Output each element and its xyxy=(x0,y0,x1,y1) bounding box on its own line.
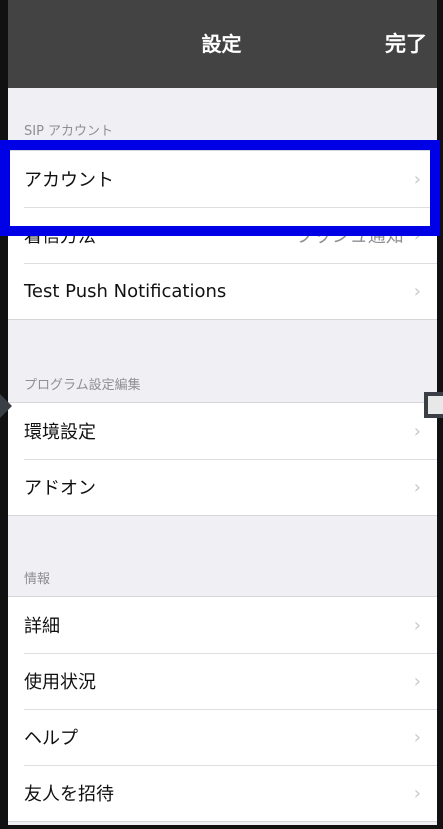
chevron-right-icon: › xyxy=(413,420,421,442)
row-test-push-notifications[interactable]: Test Push Notifications › xyxy=(0,263,443,319)
row-incoming-method[interactable]: 着信方法 プッシュ通知 › xyxy=(0,207,443,263)
row-addons[interactable]: アドオン › xyxy=(0,459,443,515)
row-invite-friends[interactable]: 友人を招待 › xyxy=(0,765,443,821)
row-label: Test Push Notifications xyxy=(24,280,227,302)
chevron-right-icon: › xyxy=(413,280,421,302)
chevron-right-icon: › xyxy=(413,476,421,498)
row-label: アカウント xyxy=(24,170,114,191)
row-label: 友人を招待 xyxy=(24,784,114,805)
group-program-settings: 環境設定 › アドオン › xyxy=(0,402,443,516)
chevron-right-icon: › xyxy=(413,670,421,692)
chevron-right-icon: › xyxy=(413,726,421,748)
row-label: アドオン xyxy=(24,478,96,499)
page-title: 設定 xyxy=(201,32,242,56)
chevron-right-icon: › xyxy=(413,782,421,804)
row-details[interactable]: 詳細 › xyxy=(0,597,443,653)
row-value: プッシュ通知 xyxy=(295,226,404,247)
chevron-right-icon: › xyxy=(413,168,421,190)
marker-bracket-icon xyxy=(424,392,443,418)
section-header-sip-account: SIP アカウント xyxy=(24,124,114,139)
row-help[interactable]: ヘルプ › xyxy=(0,709,443,765)
row-label: 環境設定 xyxy=(24,422,96,443)
row-label: 使用状況 xyxy=(24,672,96,693)
group-info: 詳細 › 使用状況 › ヘルプ › 友人を招待 › xyxy=(0,596,443,822)
done-button[interactable]: 完了 xyxy=(385,0,427,88)
navigation-bar: 設定 完了 xyxy=(0,0,443,88)
group-sip-account: アカウント › 着信方法 プッシュ通知 › Test Push Notifica… xyxy=(0,150,443,320)
chevron-right-icon: › xyxy=(413,224,421,246)
chevron-right-icon: › xyxy=(413,614,421,636)
section-header-info: 情報 xyxy=(24,572,51,587)
row-preferences[interactable]: 環境設定 › xyxy=(0,403,443,459)
pointer-arrow-icon xyxy=(0,394,12,418)
row-label: 詳細 xyxy=(24,616,60,637)
row-usage[interactable]: 使用状況 › xyxy=(0,653,443,709)
row-label: ヘルプ xyxy=(24,728,78,749)
row-label: 着信方法 xyxy=(24,226,96,247)
row-account[interactable]: アカウント › xyxy=(0,151,443,207)
section-header-program-settings: プログラム設定編集 xyxy=(24,378,141,393)
